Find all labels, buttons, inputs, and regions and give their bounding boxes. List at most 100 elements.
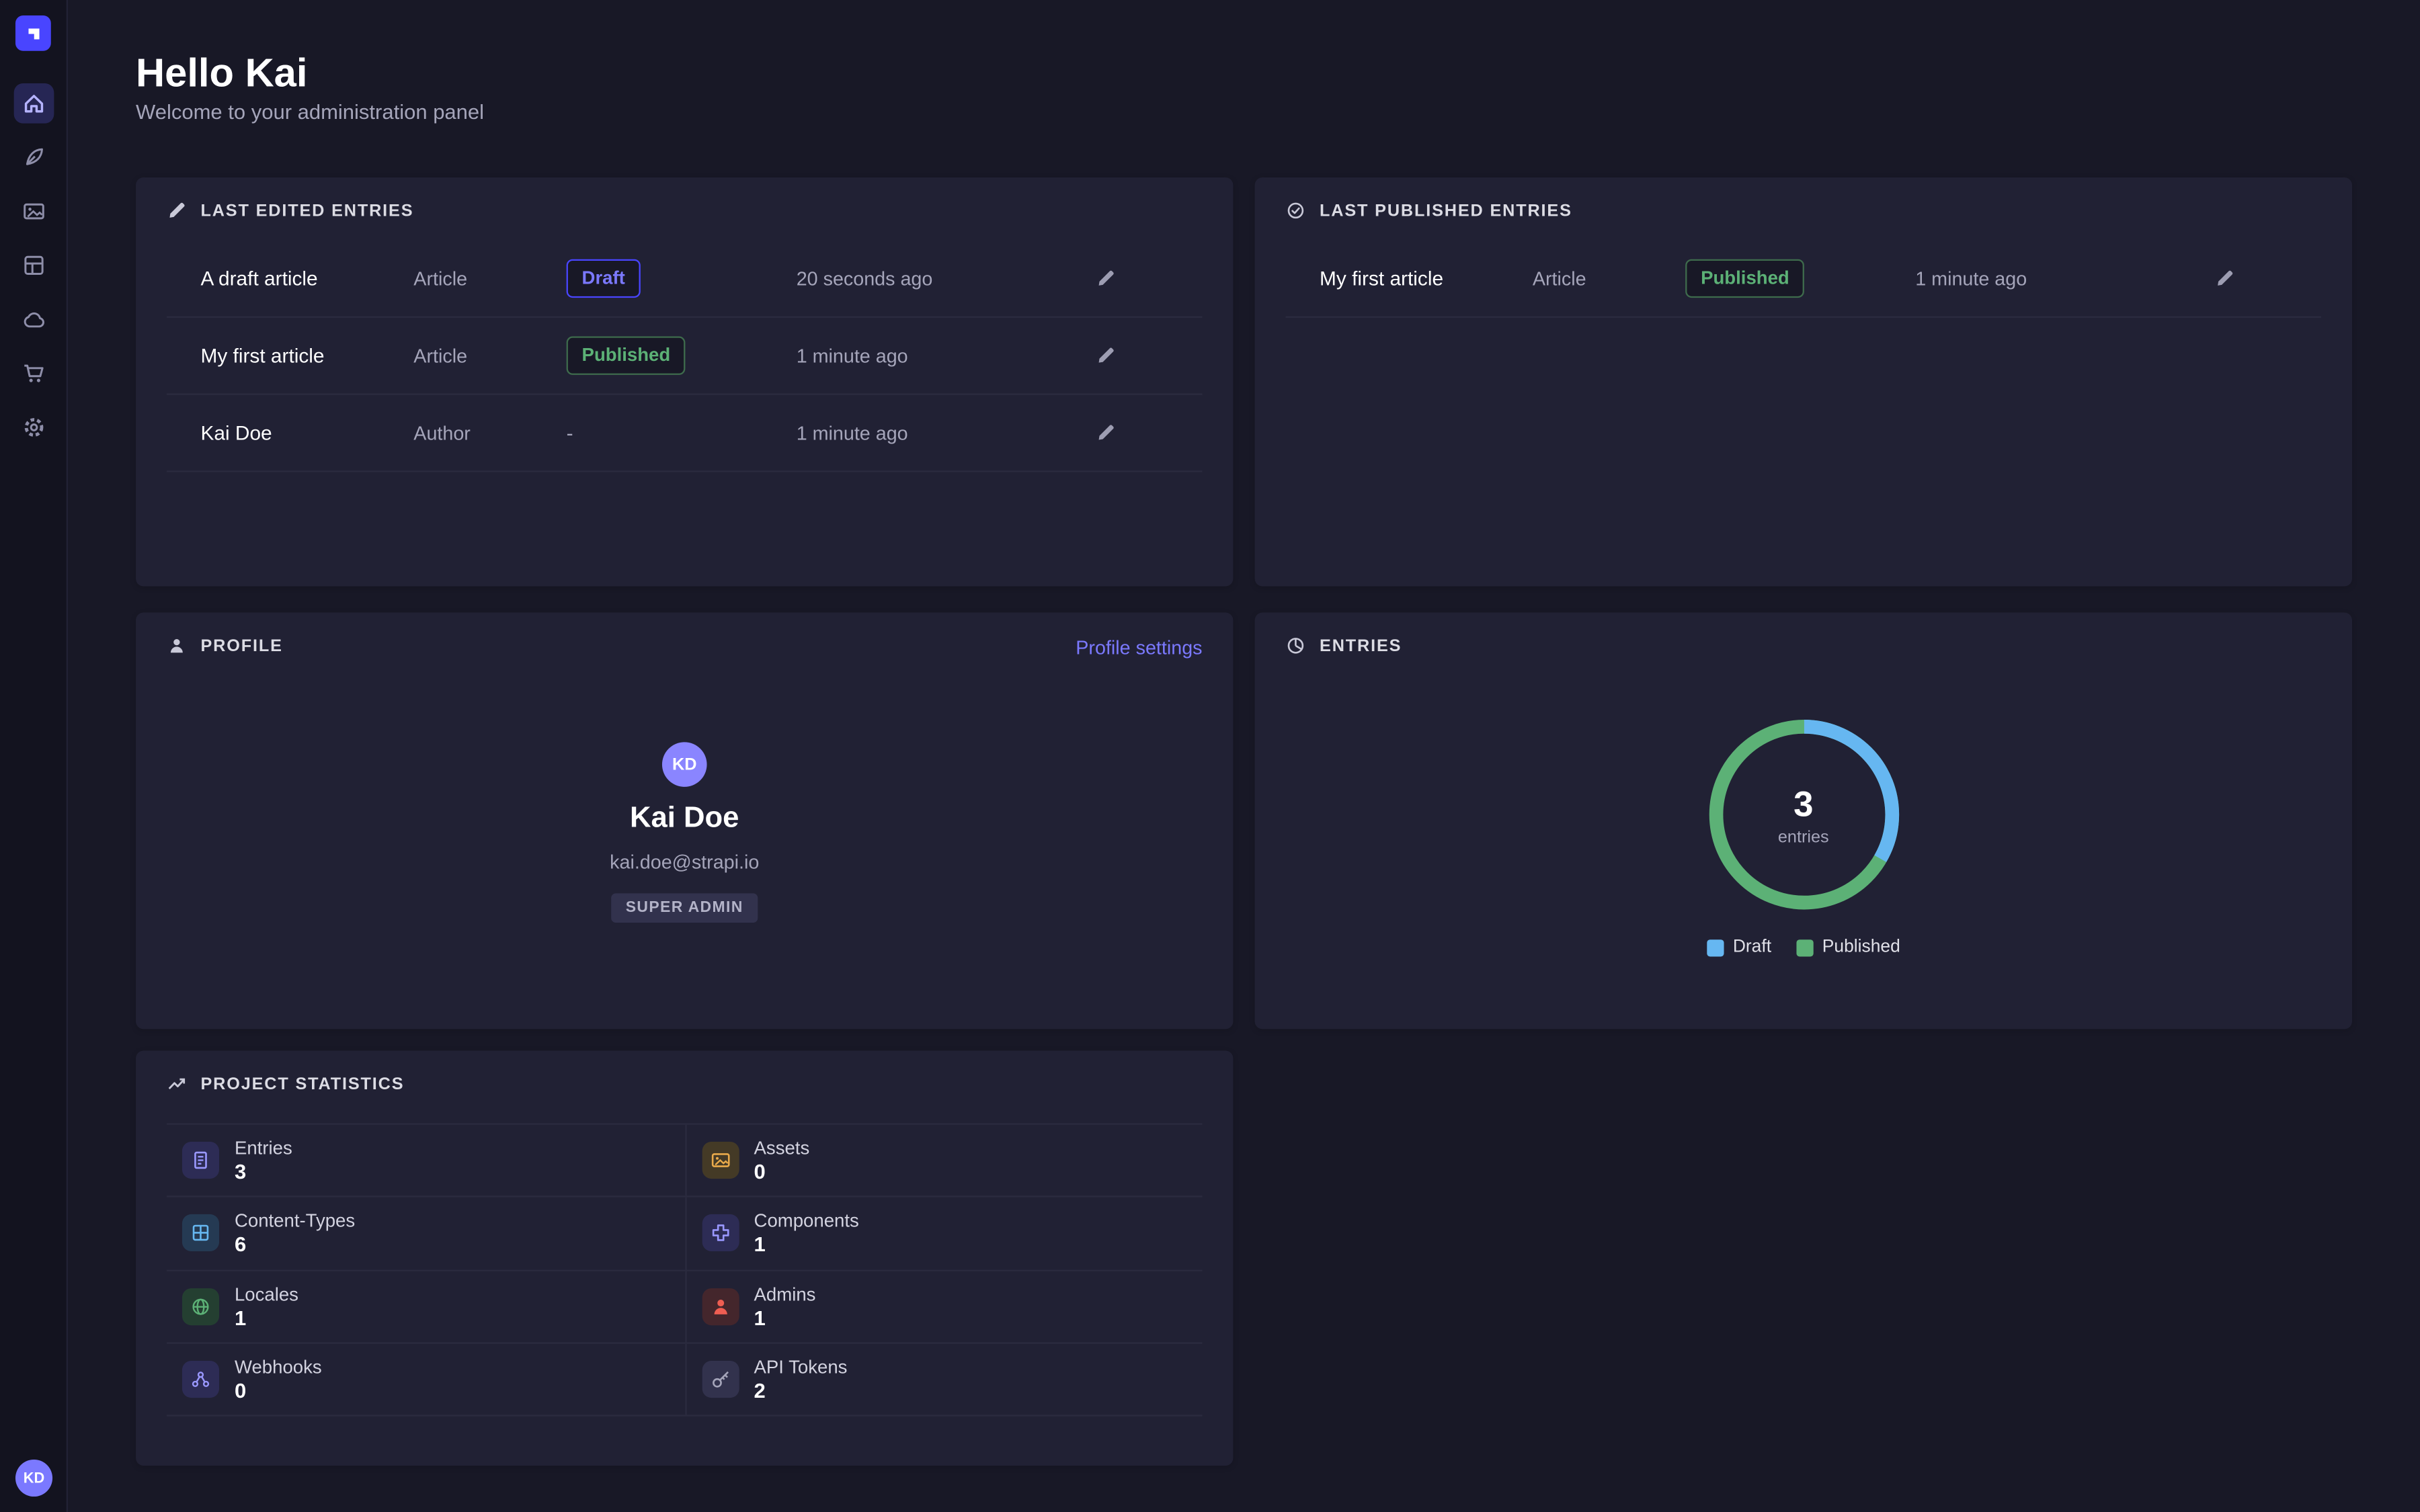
entry-status: Published xyxy=(1685,260,1915,298)
page-subtitle: Welcome to your administration panel xyxy=(136,100,484,123)
entry-time: 1 minute ago xyxy=(797,422,1090,444)
stat-value: 6 xyxy=(235,1233,355,1256)
status-badge: Published xyxy=(567,337,686,374)
stat-label: Assets xyxy=(754,1137,810,1159)
entries-icon xyxy=(182,1142,219,1179)
stat-webhooks: Webhooks0 xyxy=(167,1343,684,1417)
stat-value: 2 xyxy=(754,1380,848,1402)
last-published-entries-card: LAST PUBLISHED ENTRIES My first article … xyxy=(1255,177,2352,586)
stat-locales: Locales1 xyxy=(167,1271,684,1344)
table-row[interactable]: A draft article Article Draft 20 seconds… xyxy=(167,241,1203,318)
card-header: LAST PUBLISHED ENTRIES xyxy=(1255,177,2352,220)
stat-entries: Entries3 xyxy=(167,1125,684,1198)
check-circle-icon xyxy=(1286,200,1306,220)
donut-center-label: 3 entries xyxy=(1695,707,1911,923)
sidebar-item-cloud[interactable] xyxy=(13,299,54,339)
sidebar-item-marketplace[interactable] xyxy=(13,353,54,394)
stat-admins: Admins1 xyxy=(684,1271,1202,1344)
pencil-icon xyxy=(1096,423,1116,443)
sidebar-item-content-manager[interactable] xyxy=(13,137,54,177)
content-manager-icon xyxy=(21,145,46,170)
stat-value: 0 xyxy=(235,1380,322,1402)
content-types-icon xyxy=(182,1215,219,1252)
profile-name: Kai Doe xyxy=(630,802,739,837)
legend-label: Published xyxy=(1822,938,1900,957)
profile-card: PROFILE Profile settings KD Kai Doe kai.… xyxy=(136,612,1233,1029)
legend-item-published: Published xyxy=(1796,938,1900,957)
admins-icon xyxy=(701,1288,738,1325)
stat-label: Content-Types xyxy=(235,1210,355,1232)
edit-entry-button[interactable] xyxy=(2208,262,2241,294)
table-row[interactable]: My first article Article Published 1 min… xyxy=(167,318,1203,395)
strapi-admin-app: KD Hello Kai Welcome to your administrat… xyxy=(0,0,2420,1512)
last-edited-entries-card: LAST EDITED ENTRIES A draft article Arti… xyxy=(136,177,1233,586)
person-icon xyxy=(167,636,187,656)
sidebar-item-home[interactable] xyxy=(13,83,54,124)
entry-kind: Author xyxy=(413,422,566,444)
stat-components: Components1 xyxy=(684,1198,1202,1271)
content-type-builder-icon xyxy=(21,253,46,278)
media-library-icon xyxy=(21,199,46,224)
card-header: PROJECT STATISTICS xyxy=(136,1051,1233,1094)
entries-count-label: entries xyxy=(1778,828,1829,847)
table-row[interactable]: My first article Article Published 1 min… xyxy=(1286,241,2322,318)
pie-chart-icon xyxy=(1286,636,1306,656)
status-badge: Published xyxy=(1685,260,1805,298)
stat-api-tokens: API Tokens2 xyxy=(684,1343,1202,1417)
entry-kind: Article xyxy=(1533,267,1685,289)
entry-time: 1 minute ago xyxy=(1915,267,2208,289)
sidebar-item-content-type-builder[interactable] xyxy=(13,245,54,286)
stat-label: Components xyxy=(754,1210,859,1232)
stat-value: 1 xyxy=(754,1306,816,1329)
stats-grid: Entries3 Assets0 Content-Types6 Componen… xyxy=(167,1123,1203,1417)
marketplace-icon xyxy=(21,361,46,386)
legend-label: Draft xyxy=(1733,938,1771,957)
trend-up-icon xyxy=(167,1074,187,1094)
sidebar-item-settings[interactable] xyxy=(13,407,54,448)
status-badge: Draft xyxy=(567,260,641,298)
stat-assets: Assets0 xyxy=(684,1125,1202,1198)
entries-count: 3 xyxy=(1793,783,1813,825)
profile-email: kai.doe@strapi.io xyxy=(610,851,759,873)
legend-swatch xyxy=(1707,939,1724,956)
card-header: PROFILE xyxy=(136,612,1233,655)
home-icon xyxy=(21,91,46,116)
stat-label: API Tokens xyxy=(754,1356,848,1378)
entry-time: 20 seconds ago xyxy=(797,267,1090,289)
edit-entry-button[interactable] xyxy=(1090,417,1122,449)
settings-icon xyxy=(21,415,46,440)
role-badge: SUPER ADMIN xyxy=(612,893,757,923)
last-edited-table: A draft article Article Draft 20 seconds… xyxy=(167,241,1203,472)
card-title: PROJECT STATISTICS xyxy=(200,1075,404,1093)
project-statistics-card: PROJECT STATISTICS Entries3 Assets0 Cont… xyxy=(136,1051,1233,1466)
entry-status: Published xyxy=(567,337,797,374)
pencil-icon xyxy=(1096,345,1116,366)
stat-label: Entries xyxy=(235,1137,292,1159)
profile-settings-link[interactable]: Profile settings xyxy=(1076,637,1202,659)
entry-name: My first article xyxy=(200,344,413,367)
strapi-logo-icon xyxy=(21,21,46,46)
entry-name: Kai Doe xyxy=(200,421,413,444)
edit-entry-button[interactable] xyxy=(1090,339,1122,372)
sidebar-nav xyxy=(13,83,54,448)
stat-content-types: Content-Types6 xyxy=(167,1198,684,1271)
edit-entry-button[interactable] xyxy=(1090,262,1122,294)
card-title: PROFILE xyxy=(200,636,282,655)
table-row[interactable]: Kai Doe Author - 1 minute ago xyxy=(167,395,1203,472)
entry-status: - xyxy=(567,419,797,446)
last-published-table: My first article Article Published 1 min… xyxy=(1286,241,2322,318)
entry-kind: Article xyxy=(413,267,566,289)
stat-value: 1 xyxy=(235,1306,298,1329)
stat-label: Webhooks xyxy=(235,1356,322,1378)
strapi-logo[interactable] xyxy=(15,15,51,51)
sidebar-item-media-library[interactable] xyxy=(13,192,54,232)
webhooks-icon xyxy=(182,1361,219,1398)
pencil-icon xyxy=(1096,268,1116,288)
card-title: LAST PUBLISHED ENTRIES xyxy=(1320,202,1572,220)
page-title: Hello Kai xyxy=(136,49,307,97)
locales-icon xyxy=(182,1288,219,1325)
user-avatar[interactable]: KD xyxy=(15,1460,52,1497)
legend-swatch xyxy=(1796,939,1813,956)
card-title: ENTRIES xyxy=(1320,636,1402,655)
profile-body: KD Kai Doe kai.doe@strapi.io SUPER ADMIN xyxy=(136,742,1233,923)
